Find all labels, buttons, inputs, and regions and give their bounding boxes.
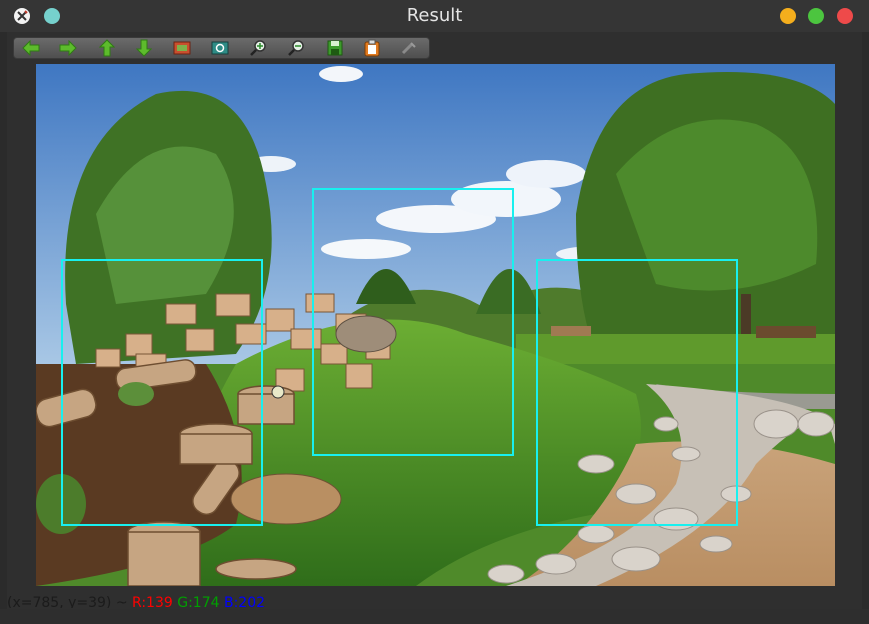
detection-box-2 [312, 188, 514, 456]
arrow-down-icon[interactable] [135, 39, 153, 57]
window-title: Result [406, 5, 463, 26]
status-bar: (x=785, y=39) ~ R:139 G:174 B:202 [7, 594, 862, 608]
clipboard-icon[interactable] [363, 39, 381, 57]
detection-box-3 [536, 259, 738, 526]
maximize-icon[interactable] [808, 8, 824, 24]
title-bar: Result [0, 0, 869, 32]
pixel-red-value: R:139 [132, 595, 173, 608]
zoom-original-icon[interactable] [211, 39, 229, 57]
zoom-out-icon[interactable] [288, 39, 306, 57]
zoom-in-icon[interactable] [250, 39, 268, 57]
cursor-coordinates: (x=785, y=39) ~ [7, 595, 128, 608]
window-bottom-edge [0, 609, 869, 624]
detection-box-1 [61, 259, 263, 526]
close-icon[interactable] [837, 8, 853, 24]
pixel-green-value: G:174 [177, 595, 220, 608]
arrow-left-icon[interactable] [22, 39, 40, 57]
arrow-up-icon[interactable] [98, 39, 116, 57]
zoom-fit-icon[interactable] [173, 39, 191, 57]
save-icon[interactable] [326, 39, 344, 57]
toolbar [13, 37, 430, 59]
image-viewport[interactable] [36, 64, 835, 586]
minimize-icon[interactable] [780, 8, 796, 24]
pixel-blue-value: B:202 [223, 595, 266, 608]
settings-icon[interactable] [400, 39, 418, 57]
arrow-right-icon[interactable] [59, 39, 77, 57]
